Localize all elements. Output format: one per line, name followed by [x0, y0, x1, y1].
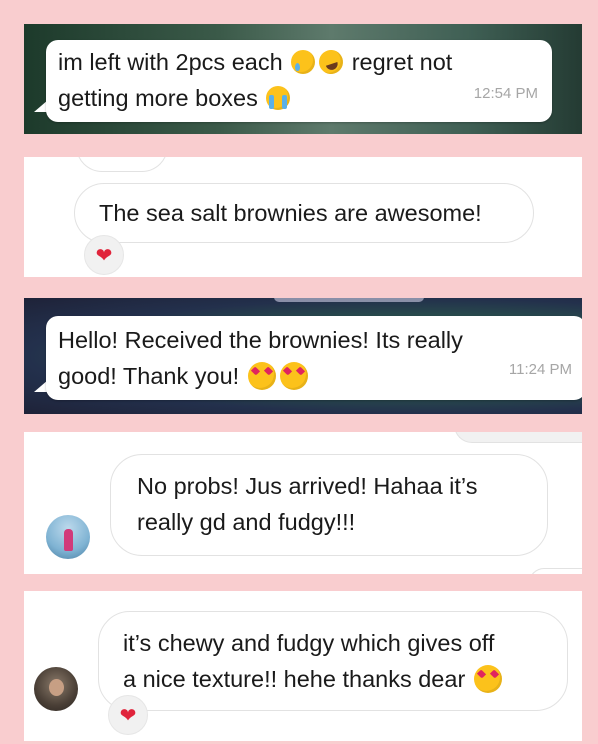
- previous-message-bubble: [454, 432, 582, 443]
- message-text: im left with 2pcs each: [58, 49, 283, 75]
- chat-screenshot-3: Hello! Received the brownies! Its really…: [24, 298, 582, 414]
- message-timestamp: 11:24 PM: [508, 361, 572, 378]
- message-bubble[interactable]: im left with 2pcs each regret not gettin…: [46, 40, 552, 122]
- message-text: good! Thank you!: [58, 363, 240, 389]
- chat-screenshot-2: The sea salt brownies are awesome! ❤: [24, 157, 582, 277]
- message-bubble[interactable]: it’s chewy and fudgy which gives off a n…: [98, 611, 568, 711]
- message-line: good! Thank you!: [58, 358, 574, 394]
- chat-screenshot-4: No probs! Jus arrived! Hahaa it’s really…: [24, 432, 582, 574]
- heart-reaction-icon[interactable]: ❤: [108, 695, 148, 735]
- smiling-face-with-hearts-emoji-icon: [473, 665, 502, 693]
- chat-screenshot-5: it’s chewy and fudgy which gives off a n…: [24, 591, 582, 741]
- partial-bubble-top: [274, 298, 424, 302]
- chat-screenshot-1: im left with 2pcs each regret not gettin…: [24, 24, 582, 134]
- message-text: getting more boxes: [58, 85, 258, 111]
- heart-reaction-icon[interactable]: ❤: [84, 235, 124, 275]
- message-line: getting more boxes: [58, 80, 540, 116]
- message-line: really gd and fudgy!!!: [137, 509, 356, 535]
- message-bubble[interactable]: The sea salt brownies are awesome!: [74, 183, 534, 243]
- message-line: im left with 2pcs each regret not: [58, 44, 540, 80]
- message-line: Hello! Received the brownies! Its really: [58, 327, 463, 353]
- crying-face-emoji-icon: [291, 50, 316, 74]
- previous-message-bubble: [76, 157, 168, 172]
- rolling-laughing-emoji-icon: [316, 46, 347, 78]
- message-line: it’s chewy and fudgy which gives off: [123, 630, 495, 656]
- avatar-face-icon: [49, 679, 64, 696]
- heart-eyes-emoji-icon: [247, 362, 276, 390]
- next-message-bubble: [529, 568, 582, 574]
- message-timestamp: 12:54 PM: [473, 85, 538, 102]
- avatar-figure-icon: [64, 529, 73, 551]
- message-line: a nice texture!! hehe thanks dear: [123, 661, 543, 697]
- sobbing-emoji-icon: [266, 86, 291, 110]
- message-bubble[interactable]: No probs! Jus arrived! Hahaa it’s really…: [110, 454, 548, 556]
- message-text: The sea salt brownies are awesome!: [99, 200, 482, 226]
- message-bubble[interactable]: Hello! Received the brownies! Its really…: [46, 316, 582, 400]
- heart-eyes-emoji-icon: [279, 362, 308, 390]
- message-line: No probs! Jus arrived! Hahaa it’s: [137, 473, 478, 499]
- sender-avatar[interactable]: [46, 515, 90, 559]
- sender-avatar[interactable]: [34, 667, 78, 711]
- message-text: regret not: [351, 49, 453, 75]
- message-text: a nice texture!! hehe thanks dear: [123, 666, 466, 692]
